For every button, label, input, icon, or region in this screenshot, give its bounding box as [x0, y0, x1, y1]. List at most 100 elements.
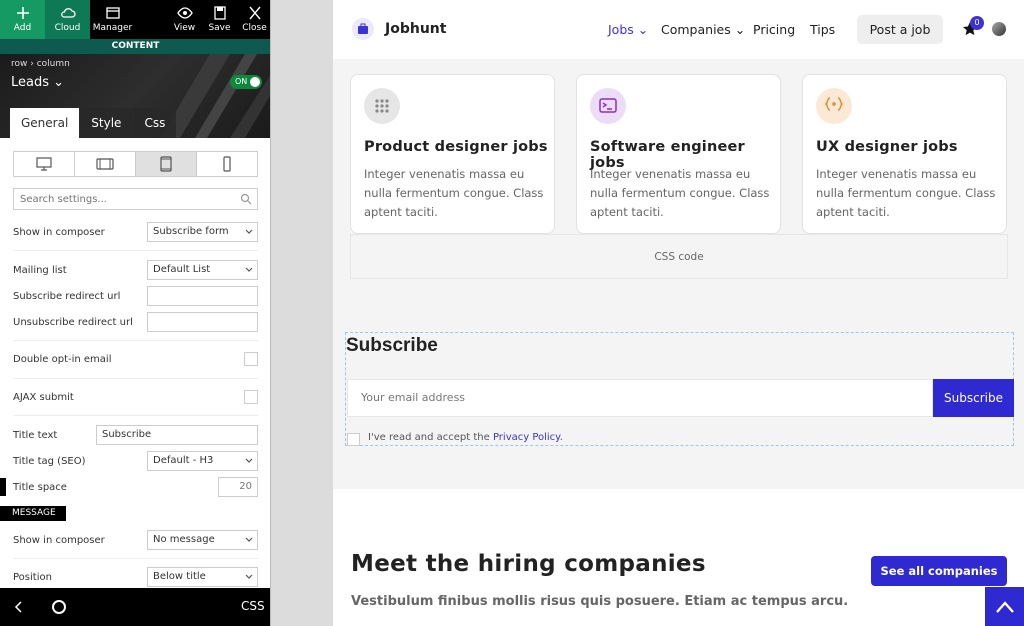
search-icon — [240, 193, 252, 205]
field-label: Double opt-in email — [13, 353, 112, 365]
field-ajax-submit: AJAX submit — [13, 387, 258, 407]
message-show-select[interactable]: No message — [147, 530, 258, 550]
double-optin-checkbox[interactable] — [244, 352, 258, 366]
toggle-label: ON — [235, 77, 248, 86]
field-title-space: Title space 20 — [13, 477, 258, 497]
field-label: Title tag (SEO) — [13, 455, 86, 467]
tablet-landscape-icon — [96, 158, 114, 170]
title-space-input[interactable]: 20 — [218, 477, 258, 497]
scroll-to-top-button[interactable] — [985, 587, 1024, 626]
section-title: Meet the hiring companies — [351, 551, 706, 577]
nav-tips[interactable]: Tips — [810, 22, 835, 37]
nav-label: Companies — [661, 22, 731, 37]
element-header: row › column Leads ⌄ ON General Style Cs… — [0, 54, 270, 138]
device-desktop-button[interactable] — [14, 152, 75, 176]
breadcrumb[interactable]: row › column — [11, 59, 70, 69]
avatar[interactable] — [992, 22, 1006, 36]
add-button[interactable]: Add — [0, 0, 45, 39]
field-label: Mailing list — [13, 264, 67, 276]
field-mailing-list: Mailing list Default List — [13, 260, 258, 280]
settings-search-input[interactable] — [13, 188, 258, 210]
card-description: Integer venenatis massa eu nulla ferment… — [590, 167, 770, 219]
toggle-knob — [250, 77, 260, 87]
subscribe-form: Subscribe Your email address Subscribe I… — [345, 332, 1014, 446]
unsubscribe-redirect-input[interactable] — [147, 312, 258, 332]
subscribe-redirect-input[interactable] — [147, 286, 258, 306]
device-mobile-button[interactable] — [197, 152, 257, 176]
show-in-composer-select[interactable]: Subscribe form — [147, 222, 258, 242]
position-select[interactable]: Below title — [147, 567, 258, 587]
element-name: Leads — [11, 75, 50, 90]
category-card[interactable]: UX designer jobs Integer venenatis massa… — [802, 74, 1007, 234]
manager-button[interactable]: Manager — [90, 0, 135, 39]
tablet-icon — [160, 156, 172, 172]
card-description: Integer venenatis massa eu nulla ferment… — [364, 167, 544, 219]
message-section-header: MESSAGE — [0, 506, 66, 521]
cloud-label: Cloud — [54, 23, 81, 33]
field-double-optin: Double opt-in email — [13, 349, 258, 369]
field-label: Show in composer — [13, 534, 105, 546]
agree-text: I've read and accept the — [368, 432, 493, 443]
back-icon[interactable] — [12, 600, 26, 614]
site-logo[interactable]: Jobhunt — [385, 21, 446, 37]
tab-css[interactable]: Css — [133, 108, 177, 138]
field-subscribe-redirect: Subscribe redirect url — [13, 286, 258, 306]
chevron-down-icon — [245, 537, 253, 542]
ajax-submit-checkbox[interactable] — [244, 390, 258, 404]
device-switcher — [13, 151, 258, 177]
select-value: No message — [153, 534, 215, 545]
chevron-down-icon: ⌄ — [633, 22, 649, 37]
css-button[interactable]: CSS — [241, 599, 265, 613]
css-code-placeholder[interactable]: CSS code — [350, 234, 1008, 279]
nav-companies[interactable]: Companies ⌄ — [661, 22, 745, 37]
privacy-policy-link[interactable]: Privacy Policy — [493, 432, 560, 443]
title-text-input[interactable]: Subscribe — [96, 425, 258, 445]
nav-jobs[interactable]: Jobs ⌄ — [608, 22, 648, 37]
title-tag-select[interactable]: Default - H3 — [147, 451, 258, 471]
category-card[interactable]: Product designer jobs Integer venenatis … — [350, 74, 555, 234]
chevron-down-icon — [245, 574, 253, 579]
card-title: Product designer jobs — [364, 139, 548, 155]
select-value: Default - H3 — [153, 455, 214, 466]
chevron-down-icon: ⌄ — [53, 75, 65, 90]
mobile-icon — [223, 156, 231, 172]
email-input[interactable]: Your email address — [347, 379, 933, 417]
nav-pricing[interactable]: Pricing — [753, 22, 795, 37]
save-button[interactable]: Save — [201, 0, 238, 39]
briefcase-icon — [352, 18, 374, 40]
manager-label: Manager — [92, 23, 133, 33]
home-icon[interactable] — [52, 600, 66, 614]
field-label: Show in composer — [13, 226, 105, 238]
terminal-icon — [590, 88, 626, 124]
tab-general[interactable]: General — [10, 108, 80, 138]
panel-tabs: General Style Css — [10, 108, 177, 138]
field-label: AJAX submit — [13, 391, 74, 403]
subscribe-button[interactable]: Subscribe — [933, 379, 1014, 417]
field-show-in-composer: Show in composer Subscribe form — [13, 222, 258, 242]
field-title-text: Title text Subscribe — [13, 425, 258, 445]
element-name-dropdown[interactable]: Leads ⌄ — [11, 75, 64, 90]
cloud-button[interactable]: Cloud — [45, 0, 90, 39]
close-button[interactable]: Close — [238, 0, 270, 39]
field-label: Unsubscribe redirect url — [13, 316, 133, 328]
category-card[interactable]: Software engineer jobs Integer venenatis… — [576, 74, 781, 234]
nav-label: Jobs — [608, 22, 634, 37]
element-toggle[interactable]: ON — [230, 75, 262, 89]
favorites-badge: 0 — [970, 16, 984, 30]
device-laptop-button[interactable] — [75, 152, 136, 176]
panel-bottom-bar: CSS — [0, 588, 270, 626]
post-job-button[interactable]: Post a job — [857, 15, 943, 44]
privacy-checkbox[interactable] — [347, 433, 360, 446]
tab-style[interactable]: Style — [80, 108, 133, 138]
field-position: Position Below title — [13, 567, 258, 587]
chevron-down-icon — [245, 458, 253, 463]
chevron-up-icon — [995, 600, 1014, 613]
device-tablet-button[interactable] — [136, 152, 197, 176]
see-all-companies-button[interactable]: See all companies — [871, 556, 1007, 586]
grid-icon — [364, 88, 400, 124]
mailing-list-select[interactable]: Default List — [147, 260, 258, 280]
agree-suffix: . — [559, 432, 563, 443]
site-preview: Jobhunt Jobs ⌄ Companies ⌄ Pricing Tips … — [333, 0, 1024, 626]
view-button[interactable]: View — [168, 0, 201, 39]
field-label: Position — [13, 571, 52, 583]
